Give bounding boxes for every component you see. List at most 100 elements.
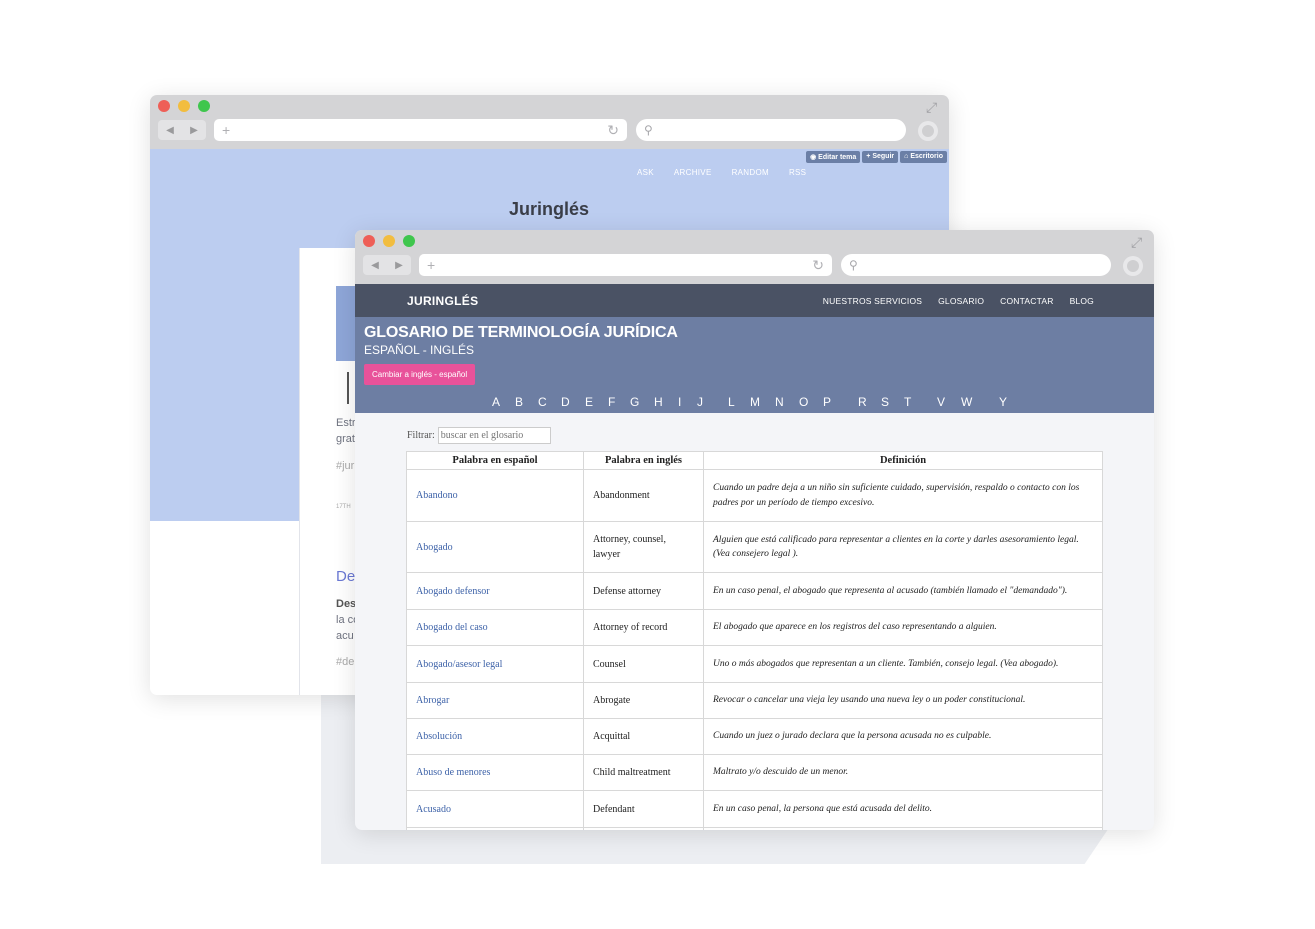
english-term: Counsel [583,645,704,683]
search-bar[interactable]: ⚲ [841,254,1111,276]
table-row: Absolución Acquittal Cuando un juez o ju… [406,718,1103,755]
switch-language-button[interactable]: Cambiar a inglés - español [364,364,476,385]
letter-link[interactable]: T [904,395,911,409]
letter-link[interactable]: S [881,395,889,409]
table-header-row: Palabra en español Palabra en inglés Def… [406,451,1103,470]
english-term: Acquittal [583,718,704,755]
post-title[interactable]: De [336,568,355,585]
spanish-term-link[interactable]: Abogado [406,521,584,573]
menu-item-blog[interactable]: BLOG [1070,296,1094,306]
letter-link[interactable]: E [585,395,593,409]
definition: Cuando un padre deja a un niño sin sufic… [703,469,1103,522]
site-navbar: JURINGLÉS NUESTROS SERVICIOS GLOSARIO CO… [355,284,1154,317]
english-term [583,827,704,830]
tumblr-controls: ◉ Editar tema + Seguir ⌂ Escritorio [806,151,947,163]
spanish-term-link[interactable]: Abogado del caso [406,609,584,646]
extension-button[interactable] [1123,256,1143,276]
letter-link[interactable]: B [515,395,523,409]
spanish-term-link[interactable]: Abogado/asesor legal [406,645,584,683]
definition: Maltrato y/o descuido de un menor. [703,754,1103,791]
new-tab-icon[interactable]: + [222,122,230,138]
letter-link[interactable]: O [799,395,808,409]
letter-link[interactable]: M [750,395,760,409]
definition: En un caso penal, la persona que está ac… [703,790,1103,828]
table-row: Abuso de menores Child maltreatment Malt… [406,754,1103,791]
spanish-term-link[interactable]: Abandono [406,469,584,522]
extension-button[interactable] [918,121,938,141]
spanish-term-link[interactable] [406,827,584,830]
address-bar[interactable]: + ↻ [419,254,832,276]
search-icon: ⚲ [849,258,858,272]
english-term: Attorney of record [583,609,704,646]
reload-icon[interactable]: ↻ [812,257,824,274]
letter-link[interactable]: J [697,395,703,409]
nav-archive[interactable]: ARCHIVE [674,168,712,177]
definition: Revocar o cancelar una vieja ley usando … [703,682,1103,719]
letter-link[interactable]: R [858,395,867,409]
dashboard-button[interactable]: ⌂ Escritorio [900,151,947,163]
edit-theme-label: Editar tema [818,154,857,161]
definition: En un caso penal, el abogado que represe… [703,572,1103,610]
minimize-button[interactable] [383,235,395,247]
table-row: Abogado Attorney, counsel, lawyer Alguie… [406,521,1103,573]
letter-link[interactable]: V [937,395,945,409]
site-logo[interactable]: JURINGLÉS [407,294,478,308]
menu-item-contact[interactable]: CONTACTAR [1000,296,1053,306]
letter-link[interactable]: D [561,395,570,409]
letter-link[interactable]: W [961,395,972,409]
nav-ask[interactable]: ASK [637,168,654,177]
search-bar[interactable]: ⚲ [636,119,906,141]
history-buttons: ◀ ▶ [363,255,411,275]
letter-link[interactable]: H [654,395,663,409]
glossary-table: Palabra en español Palabra en inglés Def… [406,451,1103,830]
column-header: Palabra en español [406,451,584,470]
follow-button[interactable]: + Seguir [862,151,899,163]
new-tab-icon[interactable]: + [427,257,435,273]
glossary-search-input[interactable] [437,427,551,444]
forward-arrow-icon[interactable]: ▶ [395,260,403,271]
blog-title[interactable]: Juringlés [509,199,589,220]
letter-link[interactable]: N [775,395,784,409]
history-buttons: ◀ ▶ [158,120,206,140]
close-button[interactable] [363,235,375,247]
post-tag[interactable]: #jur [336,460,354,472]
zoom-button[interactable] [403,235,415,247]
reload-icon[interactable]: ↻ [607,122,619,139]
back-arrow-icon[interactable]: ◀ [371,260,379,271]
letter-link[interactable]: P [823,395,831,409]
close-button[interactable] [158,100,170,112]
spanish-term-link[interactable]: Acusado [406,790,584,828]
edit-theme-button[interactable]: ◉ Editar tema [806,151,861,163]
letter-link[interactable]: L [728,395,735,409]
spanish-term-link[interactable]: Absolución [406,718,584,755]
post-date: 17TH [336,504,351,510]
table-row [406,827,1103,830]
window-controls [363,235,415,247]
back-arrow-icon[interactable]: ◀ [166,125,174,136]
letter-link[interactable]: A [492,395,500,409]
spanish-term-link[interactable]: Abogado defensor [406,572,584,610]
minimize-button[interactable] [178,100,190,112]
table-row: Abogado/asesor legal Counsel Uno o más a… [406,645,1103,683]
english-term: Defense attorney [583,572,704,610]
filter-label: Filtrar: [407,430,435,441]
address-bar[interactable]: + ↻ [214,119,627,141]
letter-link[interactable]: I [678,395,681,409]
post-tag[interactable]: #de [336,656,354,668]
spanish-term-link[interactable]: Abrogar [406,682,584,719]
menu-item-glossary[interactable]: GLOSARIO [938,296,984,306]
letter-link[interactable]: C [538,395,547,409]
letter-link[interactable]: Y [999,395,1007,409]
browser-toolbar: ◀ ▶ + ↻ ⚲ ⤢ [355,230,1154,284]
spanish-term-link[interactable]: Abuso de menores [406,754,584,791]
zoom-button[interactable] [198,100,210,112]
forward-arrow-icon[interactable]: ▶ [190,125,198,136]
letter-link[interactable]: G [630,395,639,409]
menu-item-services[interactable]: NUESTROS SERVICIOS [823,296,922,306]
fullscreen-icon[interactable]: ⤢ [926,99,937,116]
main-menu: NUESTROS SERVICIOS GLOSARIO CONTACTAR BL… [823,296,1094,306]
fullscreen-icon[interactable]: ⤢ [1131,234,1142,251]
nav-random[interactable]: RANDOM [732,168,769,177]
letter-link[interactable]: F [608,395,615,409]
nav-rss[interactable]: RSS [789,168,806,177]
